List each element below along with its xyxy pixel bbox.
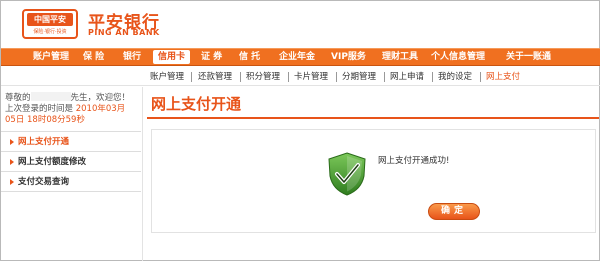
subnav-divider [240,72,241,82]
side-divider [142,87,143,261]
nav-annuity[interactable]: 企业年金 [279,49,315,65]
side-item-query-transactions[interactable]: 支付交易查询 [1,172,141,192]
confirm-button[interactable]: 确定 [428,203,480,220]
subnav-repayment[interactable]: 还款管理 [198,68,232,86]
nav-vip[interactable]: VIP服务 [331,49,366,65]
nav-personal-info[interactable]: 个人信息管理 [431,49,485,65]
subnav-divider [384,72,385,82]
success-message: 网上支付开通成功! [378,156,450,166]
nav-about[interactable]: 关于一账通 [506,49,551,65]
bank-name-en: PING AN BANK [88,28,160,37]
page-frame: 中国平安 保险·银行·投资 平安银行 PING AN BANK 账户管理 保 险… [0,0,600,261]
subnav-divider [336,72,337,82]
welcome-box: 尊敬的 先生，欢迎您！ 上次登录的时间是 2010年03月 05日 18时08分5… [5,92,149,126]
nav-securities[interactable]: 证 券 [201,49,222,65]
result-panel: 网上支付开通成功! 确定 [151,129,596,233]
badge-title: 中国平安 [27,13,73,26]
side-item-label: 网上支付额度修改 [18,157,87,167]
nav-bank[interactable]: 银行 [123,49,141,65]
subnav-installment[interactable]: 分期管理 [342,68,376,86]
subnav-apply[interactable]: 网上申请 [390,68,424,86]
nav-trust[interactable]: 信 托 [239,49,260,65]
side-item-label: 网上支付开通 [18,137,70,147]
triangle-right-icon [10,179,14,185]
greeting-prefix: 尊敬的 [5,93,31,103]
subnav-divider [288,72,289,82]
subnav-points[interactable]: 积分管理 [246,68,280,86]
side-item-label: 支付交易查询 [18,177,70,187]
shield-check-icon [328,152,366,196]
subnav-divider [191,72,192,82]
page-title: 网上支付开通 [151,95,242,113]
side-menu: 网上支付开通 网上支付额度修改 支付交易查询 [1,131,141,192]
triangle-right-icon [10,159,14,165]
greeting-suffix: 先生，欢迎您！ [70,93,131,103]
nav-account[interactable]: 账户管理 [33,49,69,65]
welcome-line: 尊敬的 先生，欢迎您！ [5,92,149,104]
masked-username [30,92,71,101]
nav-credit-card[interactable]: 信用卡 [153,50,191,64]
nav-insurance[interactable]: 保 险 [83,49,104,65]
triangle-right-icon [10,139,14,145]
subnav-divider [432,72,433,82]
last-login-date: 2010年03月 [75,104,126,114]
nav-finance-tools[interactable]: 理财工具 [382,49,418,65]
subnav-divider [480,72,481,82]
subnav-card[interactable]: 卡片管理 [294,68,328,86]
title-underline [147,117,599,119]
last-login-time: 05日 18时08分59秒 [5,115,85,125]
main-nav: 账户管理 保 险 银行 信用卡 证 券 信 托 企业年金 VIP服务 理财工具 … [1,48,600,66]
last-login-line: 上次登录的时间是 2010年03月 [5,104,149,115]
subnav-online-payment[interactable]: 网上支付 [486,68,520,86]
subnav-underline [1,85,600,86]
side-item-open-payment[interactable]: 网上支付开通 [1,132,141,152]
badge-subtitle: 保险·银行·投资 [33,29,67,35]
ping-an-badge: 中国平安 保险·银行·投资 [22,9,78,39]
subnav-settings[interactable]: 我的设定 [438,68,472,86]
last-login-label: 上次登录的时间是 [5,104,74,114]
side-item-modify-limit[interactable]: 网上支付额度修改 [1,152,141,172]
subnav-account[interactable]: 账户管理 [150,68,184,86]
